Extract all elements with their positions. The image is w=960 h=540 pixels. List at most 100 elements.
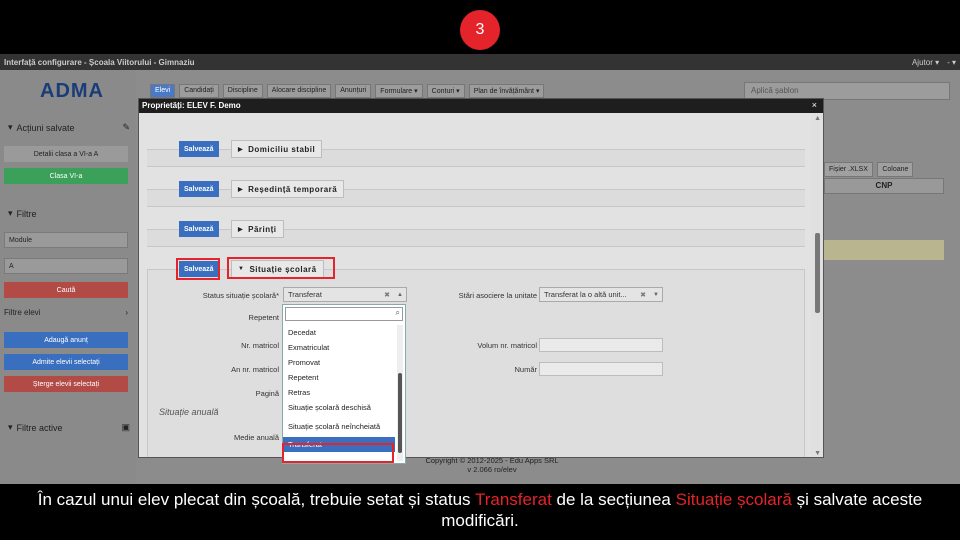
option-retras[interactable]: Retras xyxy=(283,385,395,400)
admit-selected-button[interactable]: Admite elevii selectați xyxy=(4,354,128,370)
highlighted-row xyxy=(824,240,944,260)
search-button[interactable]: Caută xyxy=(4,282,128,298)
add-notice-button[interactable]: Adaugă anunț xyxy=(4,332,128,348)
background-toolbar: Fișier .XLSX Coloane xyxy=(824,158,960,177)
tab-discipline[interactable]: Discipline xyxy=(222,84,263,98)
option-exmatriculat[interactable]: Exmatriculat xyxy=(283,340,395,355)
section-domiciliu[interactable]: ▶ Domiciliu stabil xyxy=(231,140,323,158)
tab-elevi[interactable]: Elevi xyxy=(150,84,176,98)
caption-highlight-2: Situație școlară xyxy=(675,490,792,509)
number-input[interactable] xyxy=(539,362,663,376)
reg-volume-label: Volum nr. matricol xyxy=(477,341,537,350)
footer: Copyright © 2012-2025 - Edu Apps SRL v 2… xyxy=(402,456,582,474)
tab-plan[interactable]: Plan de învățământ ▾ xyxy=(468,84,545,98)
status-label: Status situație școlară* xyxy=(202,291,279,300)
tab-formulare[interactable]: Formulare ▾ xyxy=(375,84,423,98)
section-parinti[interactable]: ▶ Părinți xyxy=(231,220,284,238)
annual-heading: Situație anuală xyxy=(159,407,219,417)
reg-year-label: An nr. matricol xyxy=(231,365,279,374)
clear-icon[interactable]: ✖ xyxy=(384,291,390,299)
caret-down-icon: ▾ xyxy=(8,422,13,432)
dropdown-scrollbar[interactable] xyxy=(397,325,403,461)
pencil-icon[interactable]: ✎ xyxy=(122,122,130,133)
student-filters-label: Filtre elevi xyxy=(4,308,41,317)
logo[interactable]: ADMA xyxy=(40,80,104,103)
saved-item-1-label: Detalii clasa a VI-a A xyxy=(33,150,99,158)
close-icon[interactable]: × xyxy=(812,100,817,110)
highlight-save xyxy=(176,258,220,280)
module-field[interactable]: Module xyxy=(4,232,128,248)
saved-item-1[interactable]: Detalii clasa a VI-a A xyxy=(4,146,128,162)
filters-header[interactable]: ▾ Filtre xyxy=(8,208,130,219)
tutorial-caption: În cazul unui elev plecat din școală, tr… xyxy=(0,486,960,540)
top-bar: Interfață configurare - Școala Viitorulu… xyxy=(0,54,960,70)
help-menu[interactable]: Ajutor ▾ xyxy=(912,58,939,67)
caption-part1: În cazul unui elev plecat din școală, tr… xyxy=(37,490,475,509)
page-label: Pagină xyxy=(255,389,279,398)
admit-selected-label: Admite elevii selectați xyxy=(32,358,100,366)
save-button[interactable]: Salvează xyxy=(179,221,219,237)
status-dropdown: ⌕ Decedat Exmatriculat Promovat Repetent… xyxy=(282,304,406,464)
option-deschisa[interactable]: Situație școlară deschisă xyxy=(283,400,395,415)
option-decedat[interactable]: Decedat xyxy=(283,325,395,340)
save-disk-icon[interactable]: ▣ xyxy=(121,422,130,433)
unit-assoc-select[interactable]: Transferat la o altă unit... ✖ ▼ xyxy=(539,287,663,302)
dropdown-scroll-thumb[interactable] xyxy=(398,373,402,453)
modal-title: Proprietăți: ELEV F. Demo xyxy=(139,99,823,113)
option-promovat[interactable]: Promovat xyxy=(283,355,395,370)
caret-right-icon: ▶ xyxy=(238,186,244,193)
number-label: Număr xyxy=(514,365,537,374)
tab-anunturi[interactable]: Anunțuri xyxy=(335,84,372,98)
add-notice-label: Adaugă anunț xyxy=(44,336,88,344)
extra-menu[interactable]: - ▾ xyxy=(947,58,956,67)
modal-body: Salvează ▶ Domiciliu stabil Salvează ▶ R… xyxy=(139,113,813,457)
step-badge: 3 xyxy=(460,10,500,50)
scroll-up-icon[interactable]: ▲ xyxy=(814,115,821,122)
sidebar: ADMA ▾ Acțiuni salvate ✎ Detalii clasa a… xyxy=(0,70,136,484)
screenshot-stage: 3 Interfață configurare - Școala Viitoru… xyxy=(0,0,960,540)
delete-selected-label: Șterge elevii selectați xyxy=(32,380,100,388)
save-button[interactable]: Salvează xyxy=(179,181,219,197)
option-neincheiata[interactable]: Situație școlară neîncheiată xyxy=(283,415,395,437)
section-resedinta[interactable]: ▶ Reședință temporară xyxy=(231,180,345,198)
columns-button[interactable]: Coloane xyxy=(877,162,914,177)
saved-item-2-label: Clasa VI-a xyxy=(49,172,83,180)
tab-candidati[interactable]: Candidați xyxy=(179,84,219,98)
search-button-label: Caută xyxy=(56,286,76,294)
caret-down-icon: ▾ xyxy=(8,122,13,132)
active-filters-header[interactable]: ▾ Filtre active ▣ xyxy=(8,422,130,433)
clear-icon[interactable]: ✖ xyxy=(640,291,646,299)
saved-actions-header[interactable]: ▾ Acțiuni salvate ✎ xyxy=(8,122,130,133)
properties-modal: Proprietăți: ELEV F. Demo × Salvează ▶ D… xyxy=(138,98,824,458)
annual-avg-label: Medie anuală xyxy=(233,433,279,442)
reg-volume-input[interactable] xyxy=(539,338,663,352)
highlight-transferat xyxy=(282,443,394,463)
window-title: Interfață configurare - Școala Viitorulu… xyxy=(4,57,195,67)
saved-item-2[interactable]: Clasa VI-a xyxy=(4,168,128,184)
repeater-label: Repetent xyxy=(248,313,279,322)
copyright-text: Copyright © 2012-2025 - Edu Apps SRL xyxy=(425,456,559,465)
save-button[interactable]: Salvează xyxy=(179,141,219,157)
status-select[interactable]: Transferat ✖ ▲ xyxy=(283,287,407,302)
nav-tabs: Elevi Candidați Discipline Alocare disci… xyxy=(150,84,545,98)
saved-actions-label: Acțiuni salvate xyxy=(16,122,75,133)
caption-part2: de la secțiunea xyxy=(551,490,676,509)
xlsx-button[interactable]: Fișier .XLSX xyxy=(824,162,873,177)
caret-down-icon: ▾ xyxy=(8,208,13,218)
search-icon: ⌕ xyxy=(395,308,400,317)
delete-selected-button[interactable]: Șterge elevii selectați xyxy=(4,376,128,392)
tab-conturi[interactable]: Conturi ▾ xyxy=(426,84,465,98)
cnp-column-header[interactable]: CNP xyxy=(824,178,944,194)
scroll-thumb[interactable] xyxy=(815,233,820,313)
scroll-down-icon[interactable]: ▼ xyxy=(814,450,821,457)
option-repetent[interactable]: Repetent xyxy=(283,370,395,385)
filter-value-field[interactable]: A xyxy=(4,258,128,274)
highlight-section xyxy=(227,257,335,279)
unit-assoc-value: Transferat la o altă unit... xyxy=(544,290,627,299)
student-filters-row[interactable]: Filtre elevi › xyxy=(4,308,128,317)
modal-scrollbar[interactable]: ▲ ▼ xyxy=(811,113,823,457)
tab-alocare[interactable]: Alocare discipline xyxy=(266,84,332,98)
dropdown-search-input[interactable]: ⌕ xyxy=(285,307,403,321)
caret-down-icon[interactable]: ▼ xyxy=(653,292,659,298)
section-domiciliu-label: Domiciliu stabil xyxy=(248,144,316,154)
